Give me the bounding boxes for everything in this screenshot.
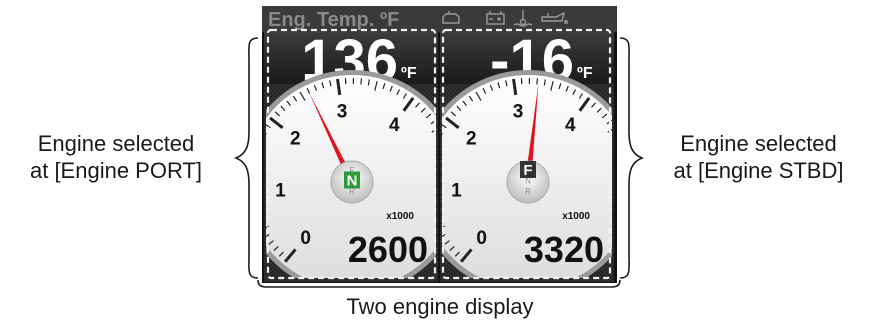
gauge-scale-label: 3 xyxy=(337,102,348,123)
gauge-tick xyxy=(250,161,256,162)
gauge-tick xyxy=(252,153,262,156)
gauge-scale-label: 4 xyxy=(389,115,400,136)
caption: Two engine display xyxy=(346,294,534,319)
gauge-scale-label: 4 xyxy=(565,115,576,136)
gear-indicator-option: R xyxy=(349,187,355,196)
gauge-tick xyxy=(254,214,260,216)
port-annotation: Engine selected at [Engine PORT] xyxy=(0,130,232,184)
stbd-annotation: Engine selected at [Engine STBD] xyxy=(646,130,871,184)
gauge-scale-label: 2 xyxy=(290,129,301,150)
gauge-scale-label: 0 xyxy=(476,228,487,249)
engine-panel-0: 136 ºF01234FNRx10002600 xyxy=(249,28,438,282)
stbd-annotation-line1: Engine selected xyxy=(680,131,837,156)
rpm-value: 2600 xyxy=(348,229,428,270)
engine-panel-1: -16 ºF01234FNRx10003320 xyxy=(440,28,614,282)
stbd-annotation-line2: at [Engine STBD] xyxy=(673,158,844,183)
engine-panels: 136 ºF01234FNRx10002600-16 ºF01234FNRx1000… xyxy=(249,28,614,282)
left-brace xyxy=(233,37,259,279)
rpm-multiplier: x1000 xyxy=(386,211,414,222)
gauge-scale-label: 2 xyxy=(466,129,477,150)
gauge-tick xyxy=(360,78,363,85)
device-screen: Eng. Temp. ºF 136 ºF01234FNRx10002600-16 º… xyxy=(249,6,617,283)
right-brace xyxy=(619,37,645,279)
gear-indicator-option: N xyxy=(525,177,531,186)
gauge-scale-label: 1 xyxy=(451,181,462,202)
gauge-tick xyxy=(255,146,261,148)
port-annotation-line1: Engine selected xyxy=(37,131,195,156)
gauge-scale-label: 0 xyxy=(300,228,311,249)
port-annotation-line2: at [Engine PORT] xyxy=(29,158,202,183)
gauge-tick xyxy=(251,207,257,209)
rpm-value: 3320 xyxy=(524,229,604,270)
gear-indicator-option: R xyxy=(525,187,531,196)
temperature-unit: ºF xyxy=(401,65,417,82)
rpm-multiplier: x1000 xyxy=(562,211,590,222)
gauge-tick xyxy=(536,78,539,85)
gauge-scale-label: 1 xyxy=(275,181,286,202)
gauge-tick xyxy=(249,169,255,170)
temperature-unit: ºF xyxy=(577,65,593,82)
gauge-tick xyxy=(257,221,262,223)
gauge-scale-label: 3 xyxy=(513,102,524,123)
gauge-tick xyxy=(250,200,256,201)
